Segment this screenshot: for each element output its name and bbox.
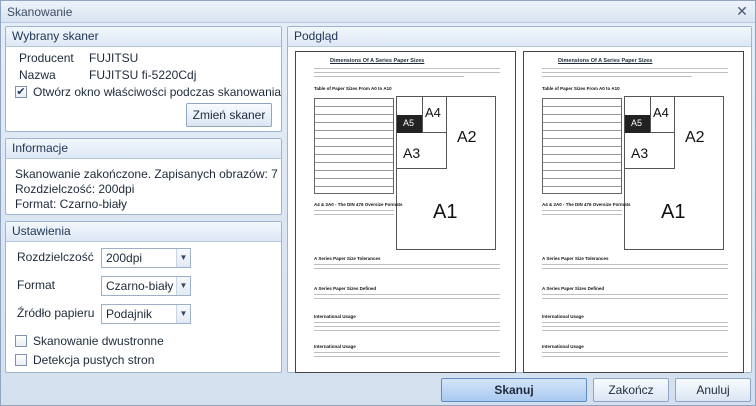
- blank-detect-checkbox[interactable]: [15, 354, 27, 366]
- page-section-1: A4 & 2A0 - The DIN 476 Oversize Formats: [542, 202, 631, 207]
- info-resolution: Rozdzielczość: 200dpi: [15, 182, 135, 196]
- resolution-label: Rozdzielczość: [17, 250, 94, 264]
- text-line: [542, 294, 728, 295]
- label-a1: A1: [661, 201, 686, 223]
- duplex-checkbox[interactable]: [15, 335, 27, 347]
- format-select-value: Czarno-biały: [106, 279, 174, 293]
- text-line: [314, 356, 500, 357]
- label-a2: A2: [685, 129, 705, 146]
- text-line: [314, 330, 500, 331]
- text-line: [542, 214, 622, 215]
- page-section-1: A4 & 2A0 - The DIN 476 Oversize Formats: [314, 202, 403, 207]
- text-line: [314, 214, 394, 215]
- page-section-2: A Series Paper Size Tolerances: [314, 256, 381, 261]
- text-line: [542, 330, 728, 331]
- producer-value: FUJITSU: [89, 51, 139, 65]
- text-line: [542, 326, 728, 327]
- info-scan-status: Skanowanie zakończone. Zapisanych obrazó…: [15, 167, 278, 181]
- text-line: [542, 356, 728, 357]
- scanner-group-header: Wybrany skaner: [6, 27, 281, 47]
- page-section-2: A Series Paper Size Tolerances: [542, 256, 609, 261]
- text-line: [542, 352, 728, 353]
- text-line: [542, 322, 728, 323]
- page-section-4: International Usage: [314, 314, 356, 319]
- change-scanner-button[interactable]: Zmień skaner: [186, 103, 272, 127]
- text-line: [314, 68, 500, 69]
- resolution-select-value: 200dpi: [106, 251, 143, 265]
- close-icon[interactable]: ✕: [733, 3, 751, 20]
- scanner-group: Wybrany skaner Producent FUJITSU Nazwa F…: [5, 26, 282, 132]
- info-group: Informacje Skanowanie zakończone. Zapisa…: [5, 138, 282, 215]
- format-label: Format: [17, 278, 56, 292]
- page-doc-title: Dimensions Of A Series Paper Sizes: [558, 58, 653, 64]
- paper-size-table: [542, 98, 622, 194]
- page-doc-title: Dimensions Of A Series Paper Sizes: [330, 58, 425, 64]
- page-table-title: Table of Paper Sizes From A0 to A10: [542, 86, 620, 91]
- duplex-label: Skanowanie dwustronne: [33, 334, 164, 348]
- label-a3: A3: [631, 145, 649, 161]
- page-section-3: A Series Paper Sizes Defined: [314, 286, 377, 291]
- title-bar: Skanowanie ✕: [1, 1, 755, 23]
- page-section-3: A Series Paper Sizes Defined: [542, 286, 605, 291]
- resolution-select[interactable]: 200dpi ▼: [101, 248, 191, 268]
- text-line: [542, 268, 728, 269]
- settings-group: Ustawienia Rozdzielczość 200dpi ▼ Format…: [5, 221, 282, 373]
- finish-button[interactable]: Zakończ: [593, 378, 669, 402]
- label-a4: A4: [425, 105, 441, 120]
- paper-source-select[interactable]: Podajnik ▼: [101, 304, 191, 324]
- open-props-label: Otwórz okno właściwości podczas skanowan…: [33, 85, 282, 99]
- page-table-title: Table of Paper Sizes From A0 to A10: [314, 86, 392, 91]
- preview-group: Podgląd Dimensions Of A Series Paper Siz…: [287, 26, 752, 373]
- name-value: FUJITSU fi-5220Cdj: [89, 68, 197, 82]
- preview-page-1[interactable]: Dimensions Of A Series Paper Sizes Table…: [295, 51, 516, 373]
- name-label: Nazwa: [19, 68, 56, 82]
- producer-label: Producent: [19, 51, 74, 65]
- text-line: [314, 326, 500, 327]
- chevron-down-icon: ▼: [176, 249, 190, 267]
- page-section-4b: International Usage: [314, 344, 356, 349]
- settings-group-header: Ustawienia: [6, 222, 281, 242]
- text-line: [314, 264, 500, 265]
- format-select[interactable]: Czarno-biały ▼: [101, 276, 191, 296]
- page-section-4b: International Usage: [542, 344, 584, 349]
- cancel-button[interactable]: Anuluj: [675, 378, 751, 402]
- preview-page-2[interactable]: Dimensions Of A Series Paper Sizes Table…: [523, 51, 744, 373]
- open-props-checkbox[interactable]: ✔: [15, 86, 27, 98]
- text-line: [542, 72, 728, 73]
- label-a3: A3: [403, 145, 421, 161]
- paper-source-label: Źródło papieru: [17, 306, 95, 320]
- paper-source-select-value: Podajnik: [106, 307, 153, 321]
- label-a5: A5: [631, 118, 643, 128]
- info-group-header: Informacje: [6, 139, 281, 159]
- chevron-down-icon: ▼: [176, 305, 190, 323]
- text-line: [542, 210, 622, 211]
- text-line: [314, 298, 500, 299]
- scan-button[interactable]: Skanuj: [441, 378, 587, 402]
- window-title: Skanowanie: [7, 5, 73, 19]
- paper-size-diagram: A4 A5 A3 A2 A1: [624, 96, 724, 250]
- text-line: [314, 268, 500, 269]
- text-line: [314, 294, 500, 295]
- chevron-down-icon: ▼: [176, 277, 190, 295]
- label-a1: A1: [433, 201, 458, 223]
- label-a2: A2: [457, 129, 477, 146]
- text-line: [542, 68, 728, 69]
- scan-dialog: Skanowanie ✕ Wybrany skaner Producent FU…: [0, 0, 756, 406]
- info-format: Format: Czarno-biały: [15, 197, 128, 211]
- paper-size-table: [314, 98, 394, 194]
- text-line: [542, 264, 728, 265]
- text-line: [542, 76, 692, 77]
- label-a4: A4: [653, 105, 669, 120]
- preview-group-header: Podgląd: [288, 27, 751, 47]
- text-line: [542, 298, 728, 299]
- page-section-4: International Usage: [542, 314, 584, 319]
- blank-detect-label: Detekcja pustych stron: [33, 353, 155, 367]
- text-line: [314, 352, 500, 353]
- paper-size-diagram: A4 A5 A3 A2 A1: [396, 96, 496, 250]
- text-line: [314, 72, 500, 73]
- text-line: [314, 210, 394, 211]
- label-a5: A5: [403, 118, 415, 128]
- text-line: [314, 76, 464, 77]
- text-line: [314, 322, 500, 323]
